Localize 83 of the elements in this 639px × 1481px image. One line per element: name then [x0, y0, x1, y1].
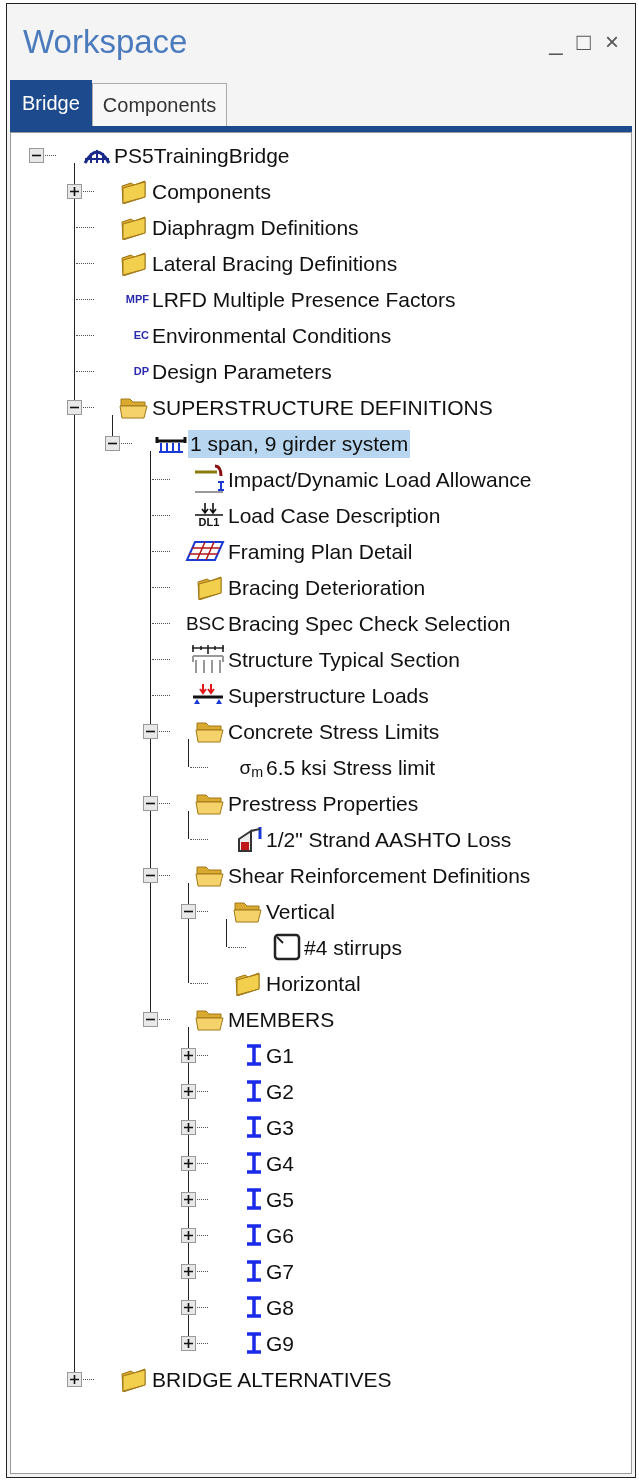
icon-label: σ$_{m}$ [239, 757, 263, 777]
tree-item[interactable]: G1 [264, 1042, 296, 1070]
icon-label: MPF [125, 293, 149, 305]
tree-item[interactable]: Bracing Spec Check Selection [226, 610, 513, 638]
strand-house-icon [237, 825, 263, 853]
tree-item[interactable]: LRFD Multiple Presence Factors [150, 286, 458, 314]
stirrup-icon [273, 933, 301, 961]
tree-item[interactable]: Design Parameters [150, 358, 334, 386]
expand-toggle[interactable] [181, 1048, 196, 1063]
expand-toggle[interactable] [181, 1120, 196, 1135]
tree-item[interactable]: PS5TrainingBridge [112, 142, 292, 170]
folder-icon [119, 214, 149, 240]
expand-toggle[interactable] [181, 1228, 196, 1243]
collapse-toggle[interactable] [143, 796, 158, 811]
tree-item[interactable]: 6.5 ksi Stress limit [264, 754, 438, 782]
icon-label: BSC [185, 613, 225, 633]
expand-toggle[interactable] [181, 1084, 196, 1099]
collapse-toggle[interactable] [67, 400, 82, 415]
expand-toggle[interactable] [181, 1336, 196, 1351]
collapse-toggle[interactable] [29, 148, 44, 163]
superstructure-loads-icon [191, 684, 225, 706]
collapse-toggle[interactable] [181, 904, 196, 919]
tree-item[interactable]: #4 stirrups [302, 934, 405, 962]
tree-item[interactable]: Framing Plan Detail [226, 538, 415, 566]
expand-toggle[interactable] [181, 1264, 196, 1279]
i-beam-icon [245, 1116, 263, 1138]
tree-item[interactable]: Concrete Stress Limits [226, 718, 442, 746]
tree-item[interactable]: 1 span, 9 girder system [188, 430, 411, 458]
icon-label: EC [133, 329, 149, 341]
collapse-toggle[interactable] [143, 868, 158, 883]
tab[interactable]: Components [91, 83, 228, 126]
icon-label: DP [133, 365, 149, 377]
expand-toggle[interactable] [181, 1300, 196, 1315]
collapse-toggle[interactable] [105, 436, 120, 451]
i-beam-icon [245, 1224, 263, 1246]
folder-icon [119, 1366, 149, 1392]
typical-section-icon [191, 644, 225, 674]
tree-item[interactable]: Impact/Dynamic Load Allowance [226, 466, 534, 494]
tree-item[interactable]: Prestress Properties [226, 790, 421, 818]
tree-item[interactable]: Structure Typical Section [226, 646, 462, 674]
tree-item[interactable]: G3 [264, 1114, 296, 1142]
tree-item[interactable]: SUPERSTRUCTURE DEFINITIONS [150, 394, 495, 422]
tree-item[interactable]: Lateral Bracing Definitions [150, 250, 400, 278]
i-beam-icon [245, 1044, 263, 1066]
i-beam-icon [245, 1260, 263, 1282]
tree-item[interactable]: Horizontal [264, 970, 363, 998]
tree-item[interactable]: Environmental Conditions [150, 322, 394, 350]
tree-item[interactable]: G7 [264, 1258, 296, 1286]
tree-item[interactable]: G8 [264, 1294, 296, 1322]
tree-item[interactable]: G9 [264, 1330, 296, 1358]
framing-grid-icon [185, 540, 225, 562]
tree-item[interactable]: Diaphragm Definitions [150, 214, 361, 242]
collapse-toggle[interactable] [143, 1012, 158, 1027]
tree-item[interactable]: G6 [264, 1222, 296, 1250]
tree-item[interactable]: Superstructure Loads [226, 682, 431, 710]
i-beam-icon [245, 1152, 263, 1174]
window-title: Workspace [23, 22, 188, 63]
i-beam-icon [245, 1332, 263, 1354]
expand-toggle[interactable] [181, 1156, 196, 1171]
folder-icon [195, 574, 225, 600]
tree-item[interactable]: G5 [264, 1186, 296, 1214]
collapse-toggle[interactable] [143, 724, 158, 739]
tree-item[interactable]: G4 [264, 1150, 296, 1178]
tree-item[interactable]: Load Case Description [226, 502, 443, 530]
i-beam-icon [245, 1080, 263, 1102]
tree-item[interactable]: Shear Reinforcement Definitions [226, 862, 533, 890]
i-beam-icon [245, 1296, 263, 1318]
tree-item[interactable]: 1/2" Strand AASHTO Loss [264, 826, 514, 854]
tree-item[interactable]: G2 [264, 1078, 296, 1106]
tab[interactable]: Bridge [10, 80, 92, 126]
tree-item[interactable]: Components [150, 178, 274, 206]
expand-toggle[interactable] [67, 1372, 82, 1387]
expand-toggle[interactable] [67, 184, 82, 199]
tree-item[interactable]: Bracing Deterioration [226, 574, 428, 602]
load-impact-icon [193, 464, 225, 494]
tree-item[interactable]: BRIDGE ALTERNATIVES [150, 1366, 394, 1394]
folder-icon [119, 178, 149, 204]
i-beam-icon [245, 1188, 263, 1210]
folder-icon [119, 250, 149, 276]
folder-icon [233, 970, 263, 996]
expand-toggle[interactable] [181, 1192, 196, 1207]
tree-item[interactable]: Vertical [264, 898, 337, 926]
tree-item[interactable]: MEMBERS [226, 1006, 337, 1034]
